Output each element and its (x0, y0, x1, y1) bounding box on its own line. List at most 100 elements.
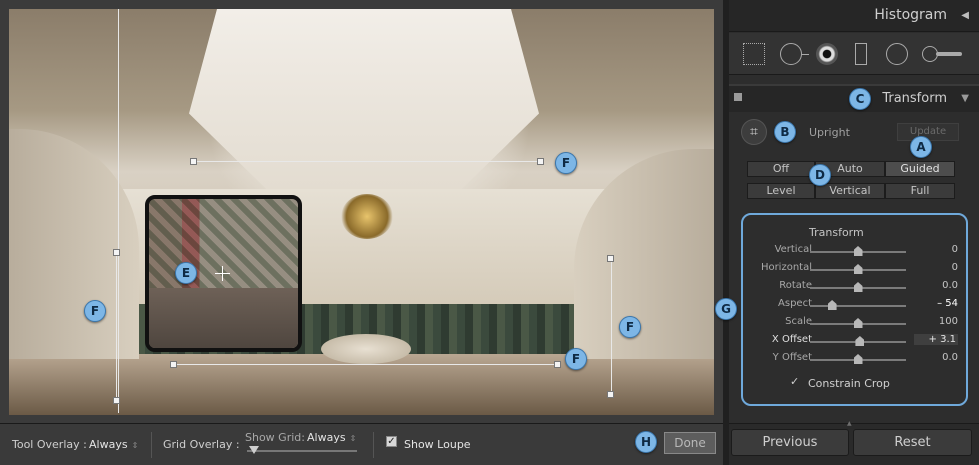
guide-line-horizontal-bottom[interactable] (174, 364, 558, 365)
slider-label: X Offset (771, 334, 812, 345)
guide-handle[interactable] (113, 249, 120, 256)
aspect-slider[interactable] (810, 300, 906, 310)
slider-thumb[interactable] (827, 300, 837, 310)
graduated-filter-icon[interactable] (855, 43, 867, 65)
x-offset-slider[interactable] (810, 336, 906, 346)
tool-overlay-value: Always (89, 438, 128, 451)
crop-overlay-icon[interactable] (743, 43, 765, 65)
guide-line-horizontal-top[interactable] (193, 161, 541, 162)
red-eye-icon[interactable] (816, 43, 838, 65)
y-offset-slider[interactable] (810, 354, 906, 364)
slider-thumb[interactable] (853, 246, 863, 256)
guided-upright-tool-icon[interactable]: ⌗ (741, 119, 767, 145)
slider-label: Y Offset (772, 352, 812, 363)
guide-line-vertical-right[interactable] (611, 258, 612, 395)
upright-vertical-button[interactable]: Vertical (815, 183, 885, 199)
crosshair-icon (215, 266, 230, 281)
callout-badge-d: D (809, 164, 831, 186)
slider-thumb[interactable] (853, 318, 863, 328)
horizontal-slider[interactable] (810, 264, 906, 274)
panel-switch-icon[interactable] (734, 93, 742, 101)
grid-size-slider-track[interactable] (247, 450, 357, 452)
photo-canvas[interactable] (0, 0, 723, 423)
upright-level-button[interactable]: Level (747, 183, 815, 199)
previous-button[interactable]: Previous (731, 429, 849, 456)
histogram-header[interactable]: Histogram ◀ (729, 0, 979, 32)
radial-filter-icon[interactable] (886, 43, 908, 65)
slider-thumb[interactable] (853, 282, 863, 292)
slider-thumb[interactable] (853, 264, 863, 274)
slider-value[interactable]: 0 (914, 262, 958, 273)
callout-badge-f: F (555, 152, 577, 174)
slider-thumb[interactable] (855, 336, 865, 346)
guide-handle[interactable] (537, 158, 544, 165)
show-grid-select[interactable]: Always ⇕ (307, 431, 356, 444)
upright-label: Upright (809, 126, 850, 139)
photo-preview[interactable] (9, 9, 714, 415)
guide-line-vertical-left[interactable] (116, 252, 117, 400)
slider-value[interactable]: + 3.1 (914, 334, 958, 345)
guide-line-vertical-left-full[interactable] (118, 9, 119, 413)
upright-guided-button[interactable]: Guided (885, 161, 955, 177)
slider-row-aspect: Aspect – 54 (741, 296, 968, 314)
slider-value[interactable]: 0 (914, 244, 958, 255)
grid-overlay-label: Grid Overlay : (163, 438, 240, 451)
scale-slider[interactable] (810, 318, 906, 328)
callout-badge-e: E (175, 262, 197, 284)
callout-badge-c: C (849, 88, 871, 110)
photo-fountain (321, 334, 411, 364)
toolbar-separator (373, 432, 374, 458)
callout-badge-b: B (774, 121, 796, 143)
done-button[interactable]: Done (664, 432, 716, 454)
guide-handle[interactable] (554, 361, 561, 368)
adjustment-brush-icon[interactable] (922, 43, 964, 65)
slider-row-horizontal: Horizontal 0 (741, 260, 968, 278)
guide-handle[interactable] (607, 391, 614, 398)
transform-panel-title: Transform (882, 91, 947, 106)
expand-triangle-icon[interactable]: ▼ (961, 93, 969, 104)
histogram-title: Histogram (874, 7, 947, 23)
vertical-slider[interactable] (810, 246, 906, 256)
callout-badge-f: F (619, 316, 641, 338)
tool-overlay-select[interactable]: Always ⇕ (89, 438, 138, 451)
slider-value[interactable]: 0.0 (914, 280, 958, 291)
photo-arch-left (9, 129, 139, 359)
transform-sliders-title: Transform (809, 226, 864, 239)
slider-row-scale: Scale 100 (741, 314, 968, 332)
slider-row-rotate: Rotate 0.0 (741, 278, 968, 296)
show-loupe-checkbox[interactable]: ✓ (386, 436, 397, 447)
loupe-floor (149, 288, 298, 348)
slider-row-vertical: Vertical 0 (741, 242, 968, 260)
upright-off-button[interactable]: Off (747, 161, 815, 177)
slider-label: Vertical (774, 244, 812, 255)
updown-icon: ⇕ (131, 441, 139, 450)
constrain-crop-label: Constrain Crop (808, 377, 890, 390)
collapse-triangle-icon[interactable]: ◀ (961, 10, 969, 21)
guide-handle[interactable] (113, 397, 120, 404)
callout-badge-f: F (565, 348, 587, 370)
callout-badge-f: F (84, 300, 106, 322)
slider-value[interactable]: – 54 (914, 298, 958, 309)
callout-badge-a: A (910, 136, 932, 158)
guide-handle[interactable] (607, 255, 614, 262)
slider-value[interactable]: 0.0 (914, 352, 958, 363)
reset-button[interactable]: Reset (853, 429, 972, 456)
slider-thumb[interactable] (853, 354, 863, 364)
show-grid-label: Show Grid: (245, 431, 305, 444)
panel-toggle-icon[interactable]: ▲ (847, 420, 852, 427)
photo-ceiling (189, 9, 539, 199)
upright-full-button[interactable]: Full (885, 183, 955, 199)
constrain-crop-checkbox[interactable]: ✓ (790, 376, 801, 388)
callout-badge-h: H (635, 431, 657, 453)
spot-removal-icon[interactable] (780, 43, 809, 65)
guide-handle[interactable] (170, 361, 177, 368)
tool-strip (729, 33, 979, 75)
callout-badge-g: G (715, 298, 737, 320)
tool-overlay-label: Tool Overlay : (12, 438, 87, 451)
brush-bar (936, 52, 962, 56)
guide-handle[interactable] (190, 158, 197, 165)
rotate-slider[interactable] (810, 282, 906, 292)
slider-label: Horizontal (760, 262, 812, 273)
slider-value[interactable]: 100 (914, 316, 958, 327)
slider-label: Rotate (779, 280, 812, 291)
